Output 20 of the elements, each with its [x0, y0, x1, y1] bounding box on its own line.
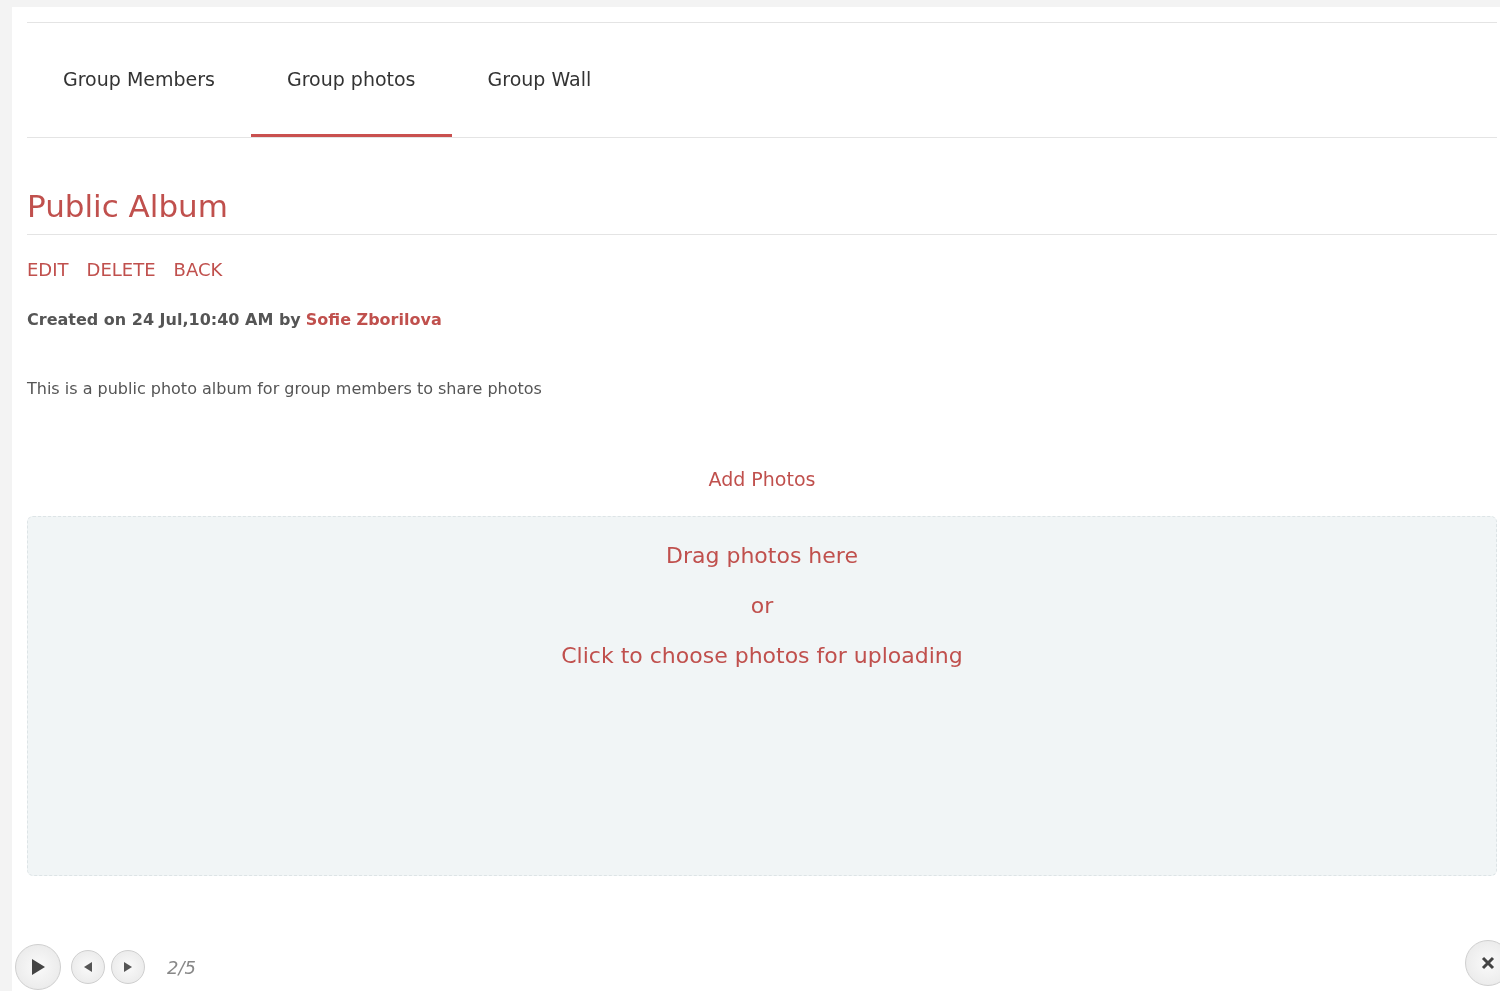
- dropzone-text: Drag photos here: [666, 543, 858, 569]
- album-title: Public Album: [27, 138, 1497, 235]
- dropzone[interactable]: Drag photos here or Click to choose photos for uploading: [27, 516, 1497, 876]
- author-link[interactable]: Sofie Zborilova: [305, 310, 442, 329]
- next-icon: [123, 962, 133, 972]
- tab[interactable]: Group Members: [27, 23, 251, 137]
- action-link[interactable]: EDIT: [27, 259, 69, 280]
- tab[interactable]: Group Wall: [451, 23, 628, 137]
- close-icon: [1481, 956, 1495, 970]
- action-link[interactable]: BACK: [173, 259, 223, 280]
- album-description: This is a public photo album for group members to share photos: [27, 379, 543, 398]
- slide-counter: 2/5: [167, 956, 196, 978]
- dropzone-text: Click to choose photos for uploading: [561, 643, 963, 669]
- play-icon: [30, 958, 46, 976]
- action-link[interactable]: DELETE: [86, 259, 156, 280]
- dropzone-text: or: [750, 593, 774, 619]
- add-photos-link[interactable]: Add Photos: [708, 468, 816, 490]
- created-text: Created on 24 Jul,10:40 AM by: [27, 310, 301, 329]
- tab[interactable]: Group photos: [250, 23, 452, 137]
- previous-icon: [83, 962, 93, 972]
